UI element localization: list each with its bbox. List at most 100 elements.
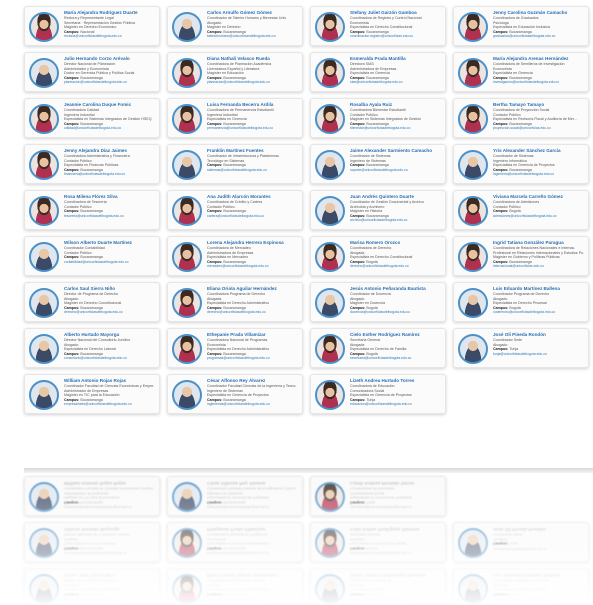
staff-card[interactable]: César Alfonso Rey Álvarez Coordinador Fac… bbox=[167, 374, 303, 414]
staff-email-link[interactable]: docencia@unicorficlasdelbogota.edu.co bbox=[350, 596, 441, 601]
staff-email-link[interactable]: admisiones@unicorficlasdelbogota.edu.co bbox=[493, 214, 584, 219]
staff-card[interactable]: Franklin Martínez Fuentes Coordinador de … bbox=[167, 144, 303, 184]
staff-email-link[interactable]: consultorio@unicorficlasdelbogota.edu.co bbox=[64, 550, 155, 555]
staff-card[interactable]: Diana Nathali Velasco Rueda Coordinadora … bbox=[167, 52, 303, 92]
staff-email-link[interactable]: permanencia@unicorficlasdelbogota.edu.co bbox=[207, 126, 298, 131]
staff-email-link[interactable]: talentohumano@unicorficlasdelbogota.edu.… bbox=[207, 34, 298, 39]
staff-card[interactable]: Ingrid Tatiana González Paragua Coordinad… bbox=[453, 236, 589, 276]
staff-email-link[interactable]: tunja@unicorficlasdelbogota.edu.co bbox=[493, 352, 584, 357]
staff-email-link[interactable]: mercadeo@unicorficlasdelbogota.edu.co bbox=[207, 264, 298, 269]
staff-card[interactable]: María Alejandra Arenas Hernández Coordina… bbox=[453, 52, 589, 92]
staff-card[interactable]: Carlos Saul Sierra Niño Director de Progr… bbox=[24, 282, 160, 322]
staff-info: Esmeralda Prada Mantilla Directora SIAS Ad… bbox=[350, 56, 441, 85]
staff-email-link[interactable]: planeacion@unicorficlasdelbogota.edu.co bbox=[207, 80, 298, 85]
staff-card[interactable]: William Antonio Rojas Rojas Coordinador F… bbox=[24, 374, 160, 414]
staff-email-link[interactable]: graduados@unicorficlasdelbogota.edu.co bbox=[493, 34, 584, 39]
staff-card[interactable]: Lorena Alejandra Herrera Espinosa Coordin… bbox=[167, 236, 303, 276]
staff-email-link[interactable]: bienestar@unicorficlasdelbogota.edu.co bbox=[350, 126, 441, 131]
avatar bbox=[29, 242, 59, 272]
staff-card[interactable]: Cielo Esther Rodríguez Ramírez Secretaria… bbox=[310, 522, 446, 562]
staff-card[interactable]: William Antonio Rojas Rojas Coordinador F… bbox=[24, 476, 160, 516]
staff-email-link[interactable]: sistemas@unicorficlasdelbogota.edu.co bbox=[207, 168, 298, 173]
staff-email-link[interactable]: planeacion@unicorficlasdelbogota.edu.co bbox=[64, 80, 155, 85]
staff-card[interactable]: Alberto Hurtado Mayorga Director Nacional… bbox=[24, 522, 160, 562]
staff-card[interactable]: Eliana Oriola Aguilar Hernández Coordinad… bbox=[167, 568, 303, 605]
staff-email-link[interactable]: soporte@unicorficlasdelbogota.edu.co bbox=[350, 168, 441, 173]
staff-card[interactable]: Juan Andrés Quintero Duarte Coordinador d… bbox=[310, 190, 446, 230]
staff-email-link[interactable]: investigacion@unicorficlasdelbogota.edu.… bbox=[493, 80, 584, 85]
staff-email-link[interactable]: consultorio@unicorficlasdelbogota.edu.co bbox=[64, 356, 155, 361]
staff-card[interactable]: Ethepanie Prada Villamizar Coordinadora N… bbox=[167, 522, 303, 562]
staff-card[interactable]: Carlos Saul Sierra Niño Director de Progr… bbox=[24, 568, 160, 605]
staff-card[interactable]: Luisa Fernanda Becerra Ardila Coordinador… bbox=[167, 98, 303, 138]
staff-card[interactable]: Yris Alexander Sánchez García Coordinador… bbox=[453, 144, 589, 184]
staff-email-link[interactable]: empresariales@unicorficlasdelbogota.edu.… bbox=[64, 504, 155, 509]
staff-email-link[interactable]: archivo@unicorficlasdelbogota.edu.co bbox=[350, 218, 441, 223]
staff-card[interactable]: Jesús Antonio Peñaranda Bautista Coordina… bbox=[310, 282, 446, 322]
staff-card[interactable]: Jenny Alejandra Díaz Jaimes Coordinadora … bbox=[24, 144, 160, 184]
staff-card[interactable]: Jenny Carolina Guzmán Camacho Coordinador… bbox=[453, 6, 589, 46]
staff-email-link[interactable]: financiera@unicorficlasdelbogota.edu.co bbox=[64, 172, 155, 177]
staff-card[interactable]: Ana Judith Alarcón Morantes Coordinadora … bbox=[167, 190, 303, 230]
staff-card[interactable]: Lizeth Andrea Hurtado Torres Coordinadora… bbox=[310, 374, 446, 414]
staff-card[interactable]: Marisa Romero Orozco Coordinadora de Dere… bbox=[310, 236, 446, 276]
staff-email-link[interactable]: internacional@unicorficlas.edu.co bbox=[493, 264, 584, 269]
staff-email-link[interactable]: derecho@unicorficlasdelbogota.edu.co bbox=[64, 310, 155, 315]
staff-card[interactable]: Rosa Milena Flórez Silva Coordinadora de … bbox=[24, 190, 160, 230]
staff-card[interactable]: César Alfonso Rey Álvarez Coordinador Fac… bbox=[167, 476, 303, 516]
staff-info: Luis Eduardo Martínez Ballena Coordinador… bbox=[493, 572, 584, 601]
staff-card[interactable]: María Alejandra Rodríguez Duarte Rectora … bbox=[24, 6, 160, 46]
staff-card[interactable]: Julio Hernando Corzo Arévalo Director Nac… bbox=[24, 52, 160, 92]
campus-value: Bucaramanga bbox=[223, 163, 246, 168]
staff-email-link[interactable]: educacion@unicorficlasdelbogota.edu.co bbox=[350, 402, 441, 407]
staff-email-link[interactable]: calidad@unicorficlasdelbogota.edu.co bbox=[64, 126, 155, 131]
staff-email-link[interactable]: programas@unicorficlasdelbogota.edu.co bbox=[207, 550, 298, 555]
staff-email-link[interactable]: derecho@unicorficlasdelbogota.edu.co bbox=[207, 310, 298, 315]
staff-email-link[interactable]: cartera@unicorficlasdelbogota.edu.co bbox=[207, 214, 298, 219]
staff-card[interactable]: Viviana Marcela Carreño Gómez Coordinador… bbox=[453, 190, 589, 230]
staff-card[interactable]: Eliana Oriola Aguilar Hernández Coordinad… bbox=[167, 282, 303, 322]
staff-email-link[interactable]: empresariales@unicorficlasdelbogota.edu.… bbox=[64, 402, 155, 407]
staff-email-link[interactable]: tunja@unicorficlasdelbogota.edu.co bbox=[493, 546, 584, 551]
avatar bbox=[458, 12, 488, 42]
reflection-divider bbox=[24, 468, 593, 473]
staff-email-link[interactable]: ingenieria@unicorficlasdelbogota.edu.co bbox=[493, 172, 584, 177]
staff-email-link[interactable]: secretaria@unicorficlasdelbogota.edu.co bbox=[350, 550, 441, 555]
staff-card[interactable]: Jaime Alexander Sarmiento Camacho Coordin… bbox=[310, 144, 446, 184]
staff-card[interactable]: Cielo Esther Rodríguez Ramírez Secretaria… bbox=[310, 328, 446, 368]
staff-email-link[interactable]: educacion@unicorficlasdelbogota.edu.co bbox=[350, 504, 441, 509]
staff-email-link[interactable]: derecho@unicorficlasdelbogota.edu.co bbox=[207, 596, 298, 601]
staff-card[interactable]: Jesús Antonio Peñaranda Bautista Coordina… bbox=[310, 568, 446, 605]
staff-email-link[interactable]: sias@unicorficlasdelbogota.edu.co bbox=[350, 80, 441, 85]
staff-card[interactable]: Lizeth Andrea Hurtado Torres Coordinadora… bbox=[310, 476, 446, 516]
staff-email-link[interactable]: derecho@unicorficlasdelbogota.edu.co bbox=[64, 596, 155, 601]
campus-label: Campus: bbox=[493, 167, 509, 172]
staff-email-link[interactable]: coordinacion.registro@unicorficlas.edu.c… bbox=[350, 34, 441, 39]
staff-email-link[interactable]: coderecho@unicorficlasdelbogota.edu.co bbox=[493, 310, 584, 315]
staff-card[interactable]: Stefany Juliet Garzón Gamboa Coordinadora… bbox=[310, 6, 446, 46]
staff-card[interactable]: Bertha Tamayo Tamayo Coordinadora de Proy… bbox=[453, 98, 589, 138]
staff-card[interactable]: Esmeralda Prada Mantilla Directora SIAS Ad… bbox=[310, 52, 446, 92]
staff-email-link[interactable]: secretaria@unicorficlasdelbogota.edu.co bbox=[350, 356, 441, 361]
staff-card[interactable]: Ethepanie Prada Villamizar Coordinadora N… bbox=[167, 328, 303, 368]
staff-email-link[interactable]: contabilidad@unicorficlasdelbogota.edu.c… bbox=[64, 260, 155, 265]
avatar bbox=[172, 104, 202, 134]
staff-email-link[interactable]: ingenierias@unicorficlasdelbogota.edu.co bbox=[207, 504, 298, 509]
staff-card[interactable]: José Oli Pineda Rondón Coordinador Sede Ab… bbox=[453, 522, 589, 562]
staff-card[interactable]: Wilson Alberto Duarte Martínez Coordinado… bbox=[24, 236, 160, 276]
staff-email-link[interactable]: docencia@unicorficlasdelbogota.edu.co bbox=[350, 310, 441, 315]
staff-card[interactable]: José Oli Pineda Rondón Coordinador Sede Ab… bbox=[453, 328, 589, 368]
staff-email-link[interactable]: coderecho@unicorficlasdelbogota.edu.co bbox=[493, 596, 584, 601]
staff-email-link[interactable]: programas@unicorficlasdelbogota.edu.co bbox=[207, 356, 298, 361]
staff-card[interactable]: Luis Eduardo Martínez Ballena Coordinador… bbox=[453, 282, 589, 322]
staff-email-link[interactable]: ingenierias@unicorficlasdelbogota.edu.co bbox=[207, 402, 298, 407]
staff-card[interactable]: Luis Eduardo Martínez Ballena Coordinador… bbox=[453, 568, 589, 605]
staff-card[interactable]: Alberto Hurtado Mayorga Director Nacional… bbox=[24, 328, 160, 368]
staff-email-link[interactable]: derecho@unicorficlasdelbogota.edu.co bbox=[350, 264, 441, 269]
staff-card[interactable]: Jeannie Carolina Duque Fomic Coordinadora… bbox=[24, 98, 160, 138]
staff-card[interactable]: Carlos Arnulfo Gómez Gómez Coordinador de… bbox=[167, 6, 303, 46]
staff-email-link[interactable]: rectoria@unicorficlasdelbogota.edu.co bbox=[64, 34, 155, 39]
staff-email-link[interactable]: tesoreria@unicorficlasdelbogota.edu.co bbox=[64, 214, 155, 219]
staff-card[interactable]: Rosalba Ayala Ruiz Coordinadora Bienestar… bbox=[310, 98, 446, 138]
staff-email-link[interactable]: proyeccion.social@unicorficlas.edu.co bbox=[493, 126, 584, 131]
